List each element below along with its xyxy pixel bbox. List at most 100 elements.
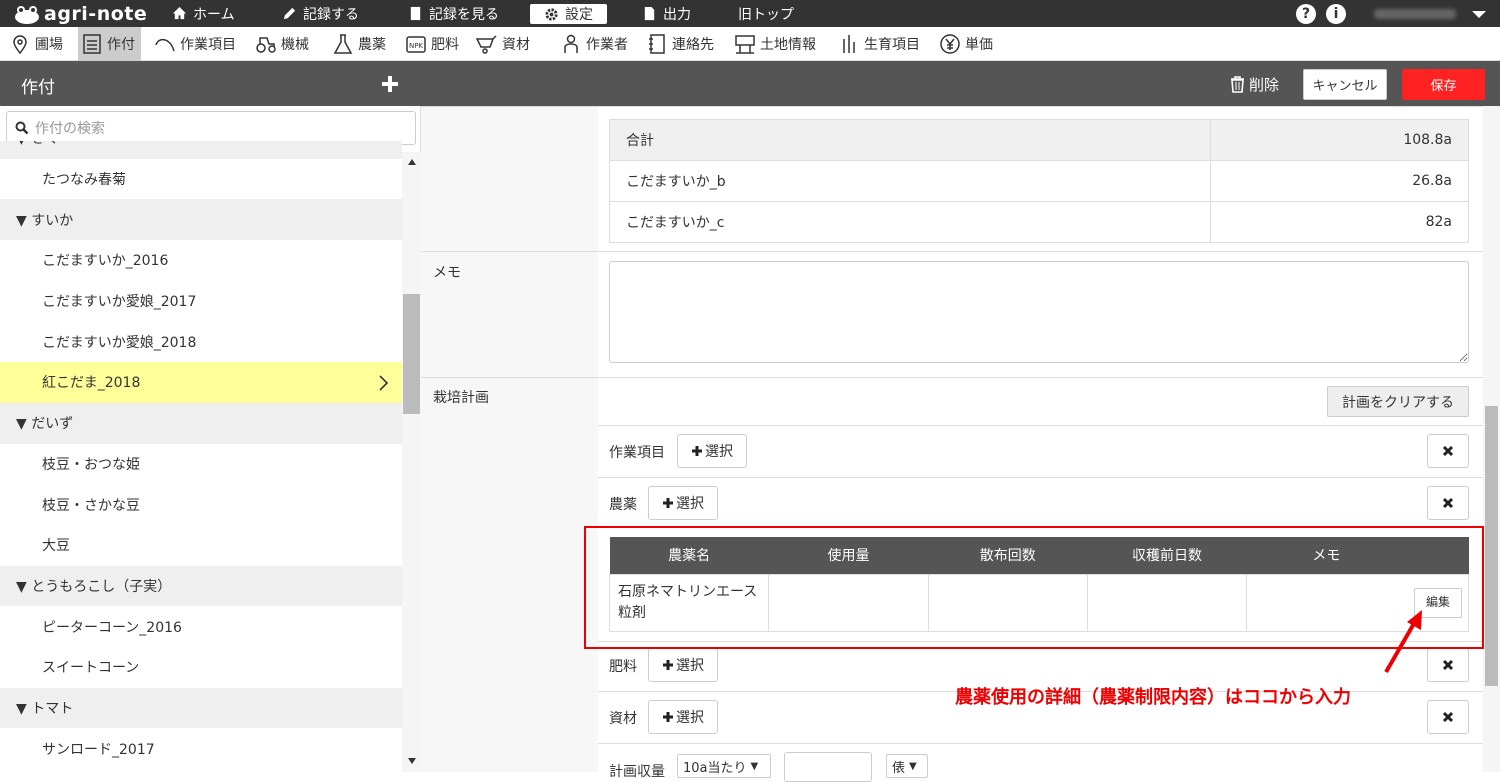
crop-list-item[interactable]: サンロード_2017 bbox=[0, 728, 402, 769]
crop-sidebar: 作付の検索 ▼ きくたつなみ春菊 ▼ すいかこだますいか_2016 こだますいか愛娘… bbox=[0, 106, 421, 772]
add-crop-plus-icon[interactable] bbox=[379, 73, 401, 95]
nav-home-label: ホーム bbox=[193, 6, 235, 23]
divider bbox=[598, 743, 1483, 744]
select-pesticide-button[interactable]: 選択 bbox=[648, 486, 718, 520]
nav-output[interactable]: 出力 bbox=[642, 0, 691, 27]
crop-list-item[interactable]: スイートコーン bbox=[0, 647, 402, 688]
plus-icon bbox=[663, 712, 673, 722]
crop-search-input[interactable]: 作付の検索 bbox=[6, 111, 416, 145]
crop-group-header[interactable]: ▼ きく bbox=[0, 141, 402, 159]
subnav-work-items[interactable]: 作業項目 bbox=[152, 27, 238, 61]
close-icon bbox=[1442, 659, 1454, 671]
annotation-arrow-icon bbox=[1384, 610, 1422, 673]
select-materials-button[interactable]: 選択 bbox=[648, 700, 718, 734]
scroll-up-icon[interactable] bbox=[408, 159, 416, 165]
logo[interactable]: agri-note bbox=[14, 2, 147, 26]
subnav-workers[interactable]: 作業者 bbox=[558, 27, 630, 61]
nav-home[interactable]: ホーム bbox=[172, 0, 235, 27]
plus-icon bbox=[663, 498, 673, 508]
crop-item-label: たつなみ春菊 bbox=[42, 172, 126, 189]
subnav-field[interactable]: 圃場 bbox=[7, 27, 65, 61]
crop-detail-form: 合計 108.8a こだますいか_b 26.8a こだますいか_c 82a メモ… bbox=[421, 106, 1483, 782]
plus-icon bbox=[663, 660, 673, 670]
yield-unit-select[interactable]: 10a当たり ▼ bbox=[677, 754, 771, 778]
main-scrollbar[interactable] bbox=[1483, 106, 1500, 772]
crop-list-item[interactable]: こだますいか愛娘_2018 bbox=[0, 321, 402, 362]
area-value: 26.8a bbox=[1210, 160, 1469, 202]
subnav-fertilizer-label: 肥料 bbox=[431, 37, 459, 53]
subnav-machinery[interactable]: 機械 bbox=[253, 27, 311, 61]
subnav-crop[interactable]: 作付 bbox=[78, 27, 141, 61]
divider bbox=[598, 477, 1483, 478]
subnav-materials[interactable]: 資材 bbox=[474, 27, 532, 61]
trash-icon bbox=[1231, 76, 1244, 93]
crop-item-label: こだますいか愛娘_2017 bbox=[42, 294, 197, 311]
subnav-pesticide[interactable]: 農薬 bbox=[330, 27, 388, 61]
npk-text: NPK bbox=[409, 42, 423, 50]
help-icon[interactable]: ? bbox=[1296, 4, 1316, 24]
crop-list-item[interactable]: 枝豆・おつな姫 bbox=[0, 444, 402, 485]
info-icon[interactable]: i bbox=[1326, 4, 1346, 24]
subnav-materials-label: 資材 bbox=[502, 37, 530, 53]
nav-view-records[interactable]: 記録を見る bbox=[408, 0, 499, 27]
remove-materials-button[interactable] bbox=[1427, 700, 1469, 734]
crop-item-label: ピーターコーン_2016 bbox=[42, 619, 182, 636]
user-menu-caret-icon[interactable] bbox=[1472, 11, 1486, 18]
nav-settings[interactable]: 設定 bbox=[530, 4, 607, 24]
search-icon bbox=[15, 121, 29, 135]
subnav-land-info[interactable]: 土地情報 bbox=[732, 27, 818, 61]
select-label: 選択 bbox=[676, 658, 704, 674]
crop-group-label: ▼ だいず bbox=[16, 416, 74, 433]
subnav-contacts[interactable]: 連絡先 bbox=[644, 27, 716, 61]
save-button[interactable]: 保存 bbox=[1402, 69, 1485, 100]
subnav-unit-price-label: 単価 bbox=[965, 37, 993, 53]
subnav-growth-items[interactable]: 生育項目 bbox=[836, 27, 922, 61]
main-scrollbar-thumb[interactable] bbox=[1485, 406, 1498, 686]
close-icon bbox=[1442, 497, 1454, 509]
cancel-button[interactable]: キャンセル bbox=[1303, 69, 1387, 100]
chevron-down-icon: ▼ bbox=[750, 760, 759, 772]
sidebar-scrollbar-thumb[interactable] bbox=[403, 294, 420, 414]
memo-textarea[interactable] bbox=[609, 261, 1469, 363]
nav-old-top[interactable]: 旧トップ bbox=[738, 0, 794, 27]
plan-pesticide-label: 農薬 bbox=[609, 497, 637, 513]
subnav-unit-price[interactable]: 単価 bbox=[937, 27, 995, 61]
subnav-machinery-label: 機械 bbox=[281, 37, 309, 53]
page-header: 作付 削除 キャンセル 保存 bbox=[0, 61, 1500, 106]
crop-item-label: 枝豆・さかな豆 bbox=[42, 497, 140, 514]
list-icon bbox=[83, 34, 101, 54]
crop-group-header[interactable]: ▼ とうもろこし（子実） bbox=[0, 565, 402, 607]
scroll-down-icon[interactable] bbox=[408, 758, 416, 764]
nav-old-top-label: 旧トップ bbox=[738, 6, 794, 23]
crop-group-header[interactable]: ▼ トマト bbox=[0, 687, 402, 729]
subnav-land-info-label: 土地情報 bbox=[760, 37, 816, 53]
sidebar-scrollbar[interactable] bbox=[402, 152, 421, 772]
crop-group-header[interactable]: ▼ すいか bbox=[0, 199, 402, 241]
yield-unit2-select[interactable]: 俵 ▼ bbox=[886, 754, 928, 778]
crop-group-label: ▼ トマト bbox=[16, 700, 74, 717]
delete-button[interactable]: 削除 bbox=[1230, 74, 1279, 95]
subnav-fertilizer[interactable]: NPK 肥料 bbox=[403, 27, 461, 61]
crop-list-item[interactable]: 大豆 bbox=[0, 525, 402, 566]
document-icon bbox=[410, 6, 421, 21]
clear-plan-button[interactable]: 計画をクリアする bbox=[1327, 386, 1469, 417]
crop-list-item[interactable]: 枝豆・さかな豆 bbox=[0, 484, 402, 525]
yield-amount-input[interactable] bbox=[784, 752, 872, 782]
table-row: こだますいか_b 26.8a bbox=[609, 160, 1469, 202]
crop-list-item[interactable]: たつなみ春菊 bbox=[0, 159, 402, 200]
crop-list-item[interactable]: こだますいか_2016 bbox=[0, 240, 402, 281]
nav-record[interactable]: 記録する bbox=[282, 0, 359, 27]
remove-fertilizer-button[interactable] bbox=[1427, 648, 1469, 682]
crop-list-item[interactable]: こだますいか愛娘_2017 bbox=[0, 281, 402, 322]
tractor-icon bbox=[256, 37, 276, 53]
select-fertilizer-button[interactable]: 選択 bbox=[648, 648, 718, 682]
crop-group-header[interactable]: ▼ だいず bbox=[0, 402, 402, 444]
crop-list-item[interactable]: 紅こだま_2018 bbox=[0, 362, 402, 403]
remove-pesticide-button[interactable] bbox=[1427, 486, 1469, 520]
user-name-blurred[interactable] bbox=[1374, 9, 1456, 19]
remove-work-items-button[interactable] bbox=[1427, 434, 1469, 468]
subnav-field-label: 圃場 bbox=[35, 37, 63, 53]
planned-yield-label: 計画収量 bbox=[609, 764, 665, 780]
select-work-items-button[interactable]: 選択 bbox=[677, 434, 747, 468]
crop-list-item[interactable]: ピーターコーン_2016 bbox=[0, 606, 402, 647]
